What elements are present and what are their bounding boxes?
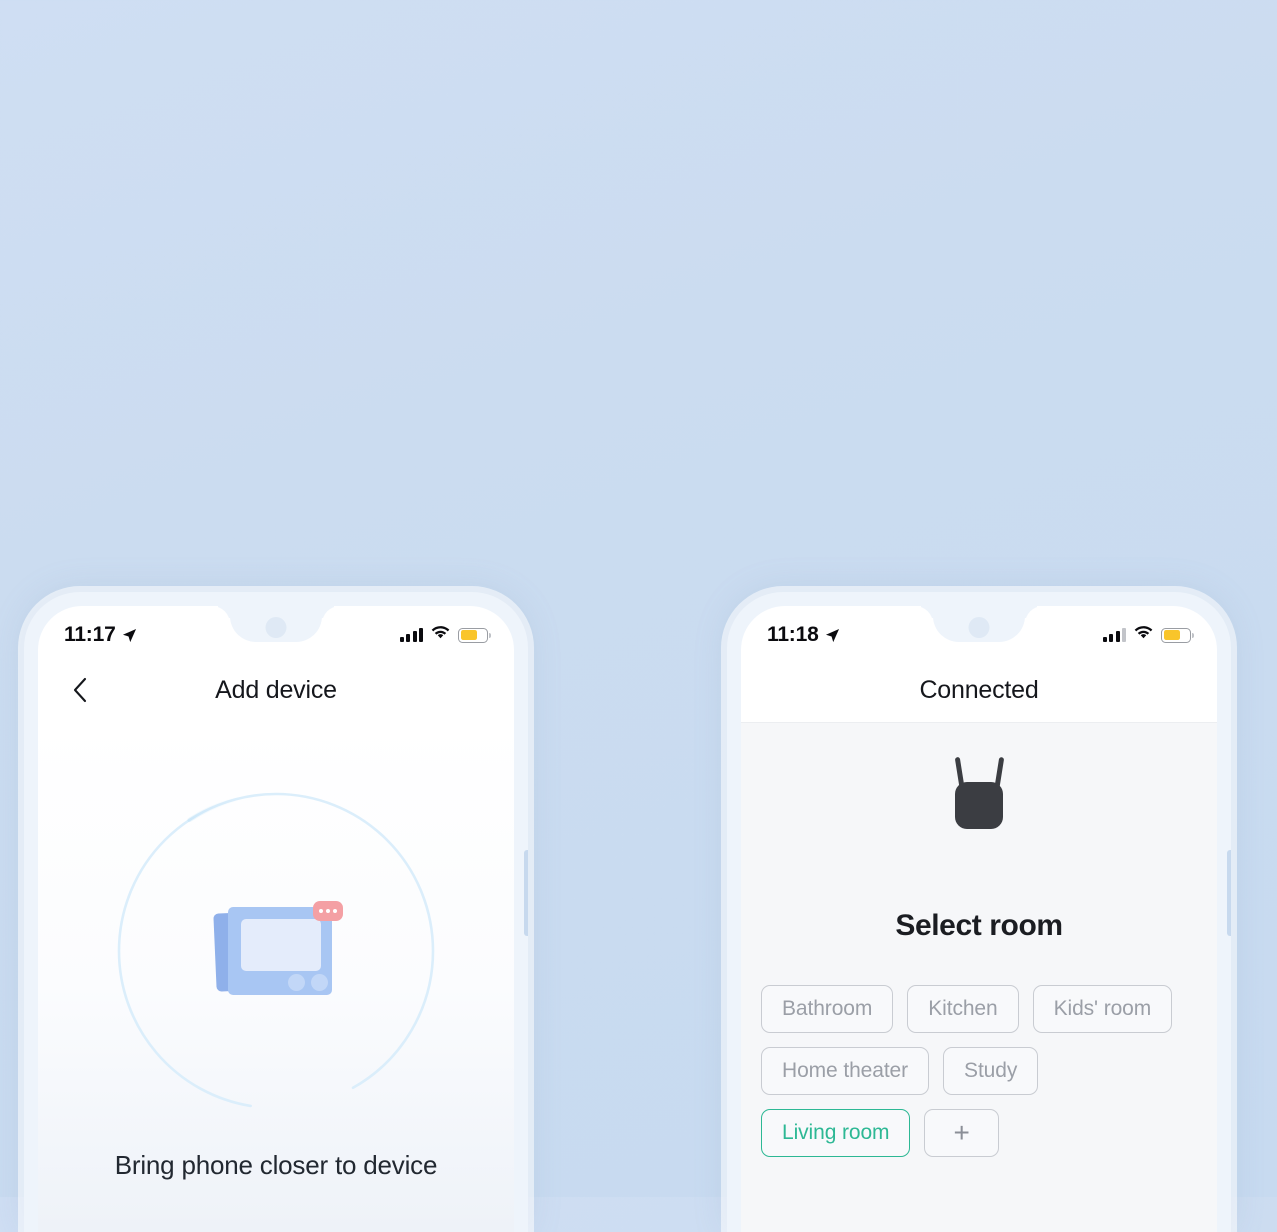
device-screen xyxy=(241,919,321,971)
phone-screen-add-device: 11:17 Add device Bring phone closer to d… xyxy=(38,606,514,1232)
page-title: Connected xyxy=(919,675,1039,704)
nav-header: Add device xyxy=(38,658,514,722)
status-bar: 11:17 xyxy=(38,606,514,658)
status-time: 11:17 xyxy=(64,623,116,646)
status-time: 11:18 xyxy=(767,623,819,646)
section-title: Select room xyxy=(895,909,1063,942)
phone-screen-connected: 11:18 Connected Select room Bathroom Kit… xyxy=(741,606,1217,1232)
room-chip-kitchen[interactable]: Kitchen xyxy=(907,985,1019,1033)
wifi-icon xyxy=(1134,625,1153,645)
nav-header: Connected xyxy=(741,658,1217,722)
extender-body xyxy=(955,782,1003,829)
battery-low-power-icon xyxy=(1161,627,1194,643)
room-chip-list: Bathroom Kitchen Kids' room Home theater… xyxy=(761,985,1197,1157)
device-knob-right xyxy=(311,974,328,991)
add-room-button[interactable]: + xyxy=(924,1109,999,1157)
status-bar-left: 11:17 xyxy=(64,623,137,647)
chevron-left-icon[interactable] xyxy=(66,671,93,709)
phone-mockup-add-device: 11:17 Add device Bring phone closer to d… xyxy=(24,592,528,1232)
phone-power-button[interactable] xyxy=(524,850,528,936)
location-arrow-icon xyxy=(825,628,840,643)
room-chip-bathroom[interactable]: Bathroom xyxy=(761,985,894,1033)
room-chip-living-room[interactable]: Living room xyxy=(761,1109,911,1157)
status-bar-left: 11:18 xyxy=(767,623,840,647)
room-chip-study[interactable]: Study xyxy=(943,1047,1039,1095)
scanning-progress-ring xyxy=(111,786,441,1116)
phone-power-button[interactable] xyxy=(1227,850,1231,936)
cellular-signal-icon xyxy=(1102,628,1126,642)
scan-hint-text: Bring phone closer to device xyxy=(114,1150,438,1180)
status-bar: 11:18 xyxy=(741,606,1217,658)
cellular-signal-icon xyxy=(399,628,423,642)
room-chip-home-theater[interactable]: Home theater xyxy=(761,1047,930,1095)
location-arrow-icon xyxy=(122,628,137,643)
device-knob-left xyxy=(288,974,305,991)
status-bar-right xyxy=(1102,625,1194,645)
three-dots-badge-icon xyxy=(313,901,343,921)
status-bar-right xyxy=(399,625,491,645)
add-device-body: Bring phone closer to device xyxy=(38,722,514,1232)
wifi-icon xyxy=(431,625,450,645)
room-chip-kids-room[interactable]: Kids' room xyxy=(1032,985,1173,1033)
phone-mockup-connected: 11:18 Connected Select room Bathroom Kit… xyxy=(727,592,1231,1232)
select-room-body: Select room Bathroom Kitchen Kids' room … xyxy=(741,722,1217,1232)
smart-display-device-icon xyxy=(213,901,343,999)
battery-low-power-icon xyxy=(458,627,491,643)
page-title: Add device xyxy=(215,675,337,704)
wifi-range-extender-icon xyxy=(947,756,1011,829)
